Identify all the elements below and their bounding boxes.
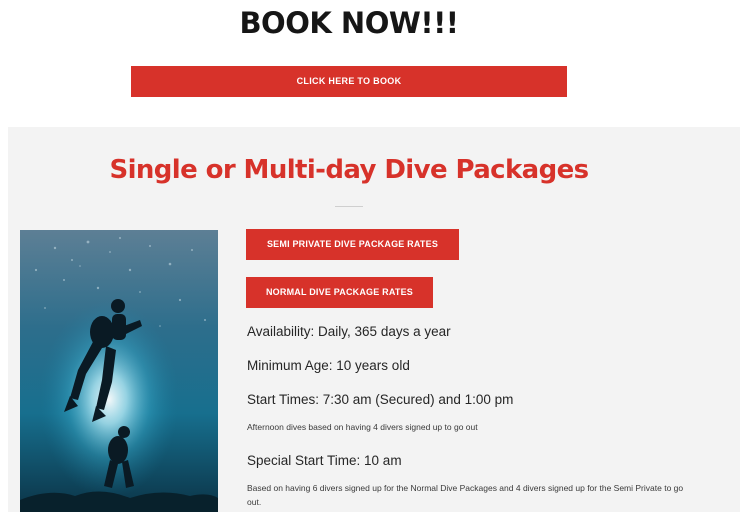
page: BOOK NOW!!! CLICK HERE TO BOOK Single or… bbox=[0, 0, 740, 512]
start-times-text: Start Times: 7:30 am (Secured) and 1:00 … bbox=[247, 392, 514, 407]
dive-packages-section: Single or Multi-day Dive Packages SEMI P… bbox=[8, 127, 740, 512]
normal-rates-button[interactable]: NORMAL DIVE PACKAGE RATES bbox=[246, 277, 433, 308]
underwater-divers-photo bbox=[20, 230, 218, 512]
afternoon-note-text: Afternoon dives based on having 4 divers… bbox=[247, 422, 478, 432]
click-here-to-book-button[interactable]: CLICK HERE TO BOOK bbox=[131, 66, 567, 97]
semi-private-rates-button[interactable]: SEMI PRIVATE DIVE PACKAGE RATES bbox=[246, 229, 459, 260]
availability-text: Availability: Daily, 365 days a year bbox=[247, 324, 451, 339]
heading-divider bbox=[335, 206, 363, 207]
minimum-age-text: Minimum Age: 10 years old bbox=[247, 358, 410, 373]
book-now-title: BOOK NOW!!! bbox=[239, 6, 459, 40]
special-note-text: Based on having 6 divers signed up for t… bbox=[247, 483, 684, 507]
packages-heading: Single or Multi-day Dive Packages bbox=[109, 155, 589, 185]
special-start-time-text: Special Start Time: 10 am bbox=[247, 453, 402, 468]
